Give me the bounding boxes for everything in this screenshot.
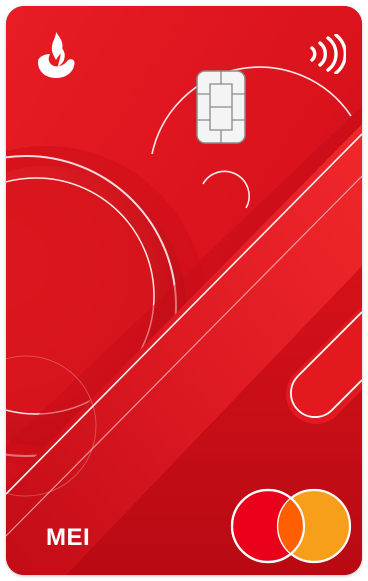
card-type-label: MEI xyxy=(46,524,91,551)
santander-flame-icon xyxy=(38,32,75,78)
contactless-icon xyxy=(310,34,346,74)
mastercard-logo-icon xyxy=(230,488,352,564)
credit-card: MEI xyxy=(6,6,362,575)
emv-chip-icon xyxy=(196,70,246,144)
